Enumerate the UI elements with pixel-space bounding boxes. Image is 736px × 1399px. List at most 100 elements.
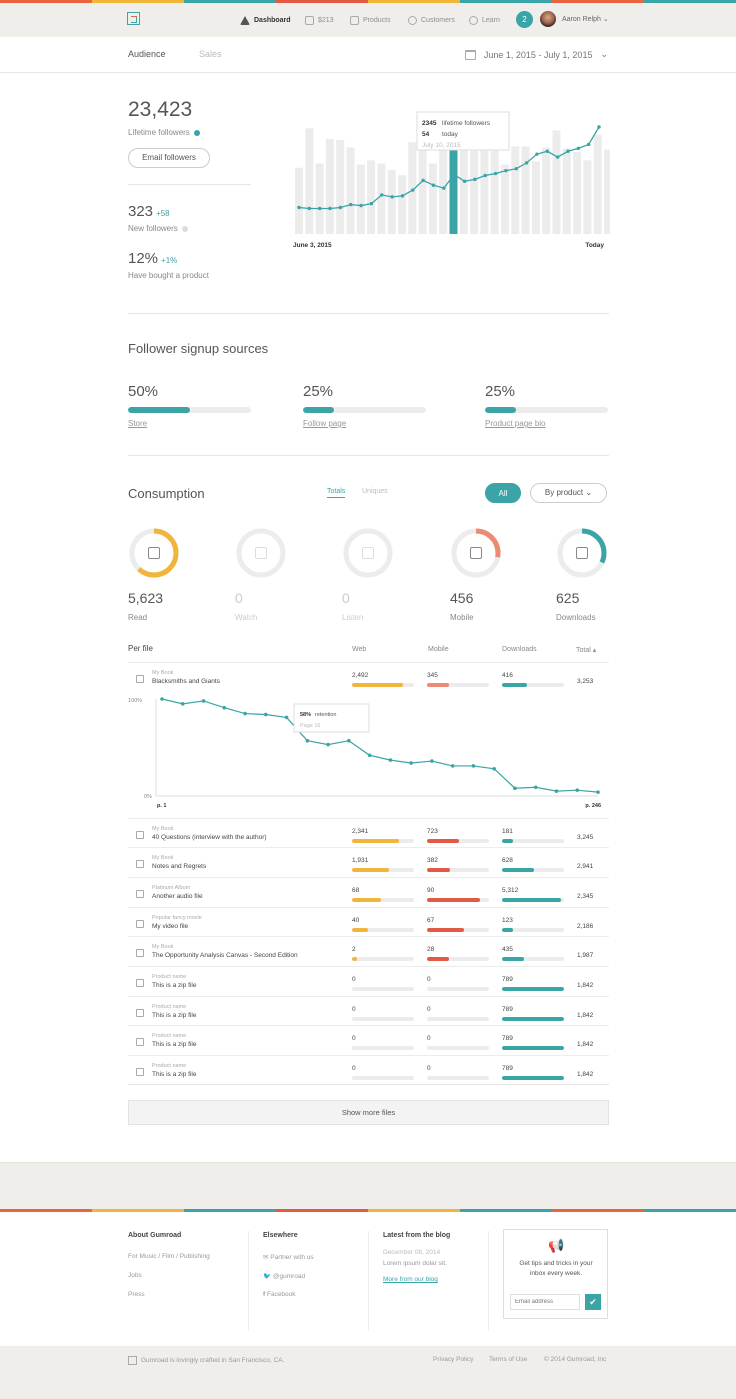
by-product-dropdown[interactable]: By product ⌄ — [530, 483, 607, 503]
table-row[interactable]: My Book The Opportunity Analysis Canvas … — [128, 936, 609, 966]
col-total[interactable]: Total ▴ — [576, 646, 596, 654]
table-row[interactable]: Product name This is a zip file 0 0 789 … — [128, 966, 609, 996]
line-point[interactable] — [442, 186, 446, 190]
bar[interactable] — [305, 128, 314, 234]
line-point[interactable] — [421, 178, 425, 183]
retention-point[interactable] — [388, 758, 393, 762]
line-point[interactable] — [380, 193, 384, 197]
table-row[interactable]: Product name This is a zip file 0 0 789 … — [128, 1055, 609, 1085]
retention-point[interactable] — [180, 702, 185, 706]
bar[interactable] — [428, 163, 437, 234]
bar[interactable] — [377, 163, 386, 234]
retention-point[interactable] — [409, 761, 413, 765]
retention-point[interactable] — [284, 715, 289, 720]
retention-point[interactable] — [305, 738, 310, 743]
line-point[interactable] — [307, 206, 312, 211]
retention-point[interactable] — [513, 786, 517, 791]
retention-point[interactable] — [554, 789, 559, 793]
nav-dashboard[interactable]: Dashboard — [240, 13, 291, 27]
line-point[interactable] — [349, 202, 353, 207]
bar[interactable] — [511, 146, 520, 234]
table-row[interactable]: My Book Notes and Regrets 1,931 382 628 … — [128, 847, 609, 877]
retention-point[interactable] — [430, 759, 434, 763]
line-point[interactable] — [369, 201, 374, 206]
footer-facebook-link[interactable]: f Facebook — [263, 1291, 296, 1298]
terms-link[interactable]: Terms of Use — [489, 1356, 527, 1363]
table-row[interactable]: Product name This is a zip file 0 0 789 … — [128, 1025, 609, 1055]
line-point[interactable] — [514, 167, 518, 171]
bar[interactable] — [490, 150, 499, 234]
bar[interactable] — [573, 151, 582, 234]
line-point[interactable] — [390, 195, 394, 199]
col-downloads[interactable]: Downloads — [502, 646, 537, 653]
bar[interactable] — [593, 134, 602, 234]
source-link[interactable]: Store — [128, 419, 147, 428]
line-point[interactable] — [586, 142, 591, 147]
footer-press-link[interactable]: Press — [128, 1291, 145, 1298]
col-mobile[interactable]: Mobile — [428, 646, 449, 653]
line-point[interactable] — [545, 149, 549, 153]
line-point[interactable] — [431, 183, 436, 187]
bar[interactable] — [470, 150, 479, 234]
bar[interactable] — [315, 163, 324, 234]
line-point[interactable] — [524, 161, 529, 165]
file-name[interactable]: This is a zip file — [152, 1012, 196, 1019]
line-point[interactable] — [452, 172, 456, 177]
bar[interactable] — [604, 149, 610, 234]
file-name[interactable]: This is a zip file — [152, 982, 196, 989]
retention-point[interactable] — [222, 705, 227, 710]
bar[interactable] — [295, 167, 303, 234]
footer-partner-link[interactable]: ✉ Partner with us — [263, 1253, 314, 1261]
col-web[interactable]: Web — [352, 646, 366, 653]
retention-point[interactable] — [367, 753, 372, 758]
file-name[interactable]: 40 Questions (interview with the author) — [152, 834, 267, 841]
table-row[interactable]: My Book 40 Questions (interview with the… — [128, 818, 609, 848]
bar[interactable] — [562, 148, 571, 234]
retention-point[interactable] — [160, 697, 164, 701]
line-point[interactable] — [504, 168, 508, 173]
tab-sales[interactable]: Sales — [199, 49, 222, 59]
line-point[interactable] — [297, 205, 301, 210]
bar[interactable] — [480, 143, 489, 234]
line-point[interactable] — [493, 171, 498, 176]
bar[interactable] — [398, 175, 406, 234]
bar[interactable] — [542, 147, 551, 234]
file-name[interactable]: My video file — [152, 923, 188, 930]
bar[interactable] — [346, 147, 355, 234]
date-range-picker[interactable]: June 1, 2015 - July 1, 2015 ⌄ — [464, 49, 608, 60]
bar[interactable] — [336, 140, 345, 234]
file-name[interactable]: This is a zip file — [152, 1041, 196, 1048]
bar[interactable] — [531, 161, 540, 234]
file-name[interactable]: Blacksmiths and Giants — [152, 678, 220, 685]
bar[interactable] — [583, 160, 592, 234]
line-point[interactable] — [317, 206, 322, 211]
bar[interactable] — [367, 160, 376, 234]
retention-point[interactable] — [492, 767, 496, 771]
tab-audience[interactable]: Audience — [128, 49, 166, 59]
retention-point[interactable] — [450, 764, 455, 768]
table-row[interactable]: Platinum Album Another audio file 68 90 … — [128, 877, 609, 907]
file-name[interactable]: This is a zip file — [152, 1071, 196, 1078]
filter-all-button[interactable]: All — [485, 483, 521, 503]
line-point[interactable] — [576, 146, 581, 151]
footer-jobs-link[interactable]: Jobs — [128, 1272, 142, 1279]
table-row[interactable]: Popular fancy movie My video file 40 67 … — [128, 907, 609, 937]
nav-learn[interactable]: Learn — [469, 13, 500, 27]
tab-totals[interactable]: Totals — [327, 488, 346, 498]
retention-point[interactable] — [575, 788, 580, 792]
line-point[interactable] — [411, 188, 415, 192]
retention-point[interactable] — [471, 764, 476, 768]
line-point[interactable] — [473, 177, 477, 182]
table-row[interactable]: Product name This is a zip file 0 0 789 … — [128, 996, 609, 1026]
retention-point[interactable] — [596, 790, 600, 794]
blog-excerpt[interactable]: Lorem ipsum dolar sit. — [383, 1260, 447, 1267]
bar[interactable] — [439, 148, 448, 234]
tab-uniques[interactable]: Uniques — [362, 488, 388, 495]
blog-more-link[interactable]: More from our blog — [383, 1276, 438, 1283]
line-point[interactable] — [555, 155, 560, 159]
source-link[interactable]: Product page bio — [485, 419, 546, 428]
retention-point[interactable] — [201, 699, 206, 703]
avatar[interactable] — [540, 11, 556, 27]
line-point[interactable] — [597, 125, 601, 129]
file-name[interactable]: Notes and Regrets — [152, 863, 206, 870]
